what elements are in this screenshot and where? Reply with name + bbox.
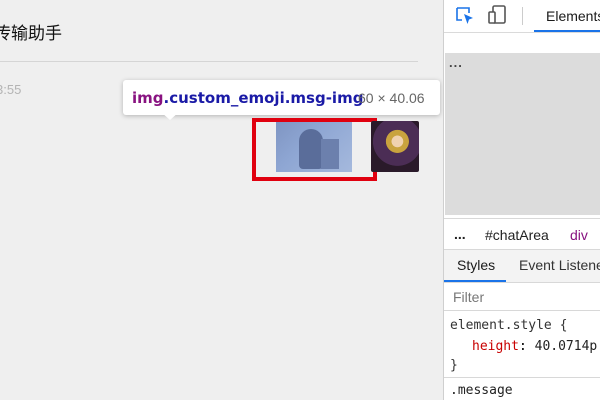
toolbar-separator — [522, 7, 523, 25]
css-colon: : — [518, 339, 527, 354]
devtools-toolbar: Elements — [444, 0, 600, 33]
breadcrumb-item-div[interactable]: div — [570, 227, 588, 243]
style-declaration[interactable]: height: 40.0714p — [472, 339, 597, 354]
tooltip-selector: img.custom_emoji.msg-img — [132, 89, 363, 107]
tooltip-arrow — [161, 112, 179, 120]
css-property-value[interactable]: 40.0714p — [535, 339, 598, 354]
tab-styles[interactable]: Styles — [444, 250, 506, 282]
inspect-highlight-box — [252, 118, 377, 181]
style-rule-element: element.style { height: 40.0714p } — [444, 313, 600, 375]
css-property-name[interactable]: height — [472, 339, 519, 354]
tab-elements-label: Elements — [546, 8, 600, 24]
cursor-select-icon[interactable] — [455, 6, 475, 26]
breadcrumb-ellipsis[interactable]: ... — [454, 226, 466, 242]
message-timestamp: 3:55 — [0, 82, 22, 97]
inspect-tooltip: img.custom_emoji.msg-img 60 × 40.06 — [123, 80, 440, 115]
tooltip-tag: img — [132, 89, 164, 107]
active-tab-indicator — [534, 30, 600, 32]
dom-collapsed-ellipsis[interactable]: ... — [449, 55, 463, 70]
chat-title: 传输助手 — [0, 24, 62, 44]
avatar[interactable] — [371, 121, 419, 172]
devtools-panel: Elements ... ... #chatArea div Styles Ev… — [443, 0, 600, 400]
active-subtab-indicator — [444, 280, 506, 282]
tab-elements[interactable]: Elements — [534, 0, 600, 32]
tab-styles-label: Styles — [457, 257, 496, 273]
styles-filter-input[interactable] — [444, 283, 600, 311]
rule-selector: element.style { — [450, 318, 568, 333]
breadcrumb: ... #chatArea div — [444, 218, 600, 249]
styles-subtabs: Styles Event Listene — [444, 249, 600, 283]
breadcrumb-item-chatarea[interactable]: #chatArea — [485, 227, 549, 243]
device-toggle-icon[interactable] — [488, 5, 508, 25]
rule-close-brace: } — [450, 358, 458, 373]
chat-header-divider — [0, 61, 418, 62]
tab-event-listeners[interactable]: Event Listene — [519, 257, 600, 273]
dom-tree-panel[interactable]: ... — [445, 53, 600, 215]
rule-divider — [444, 377, 600, 378]
tooltip-classes: .custom_emoji.msg-img — [163, 89, 364, 107]
chat-pane: 传输助手 3:55 img.custom_emoji.msg-img 60 × … — [0, 0, 443, 400]
tooltip-dimensions: 60 × 40.06 — [358, 90, 425, 106]
rule-selector-message[interactable]: .message — [450, 383, 513, 398]
